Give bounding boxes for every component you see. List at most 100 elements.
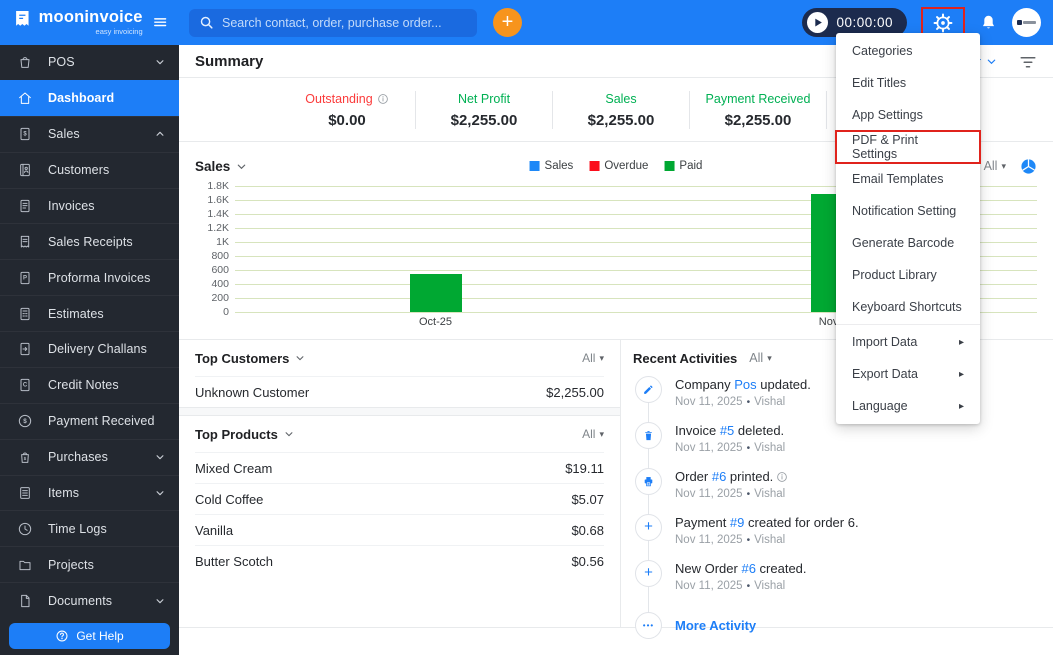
customer-row[interactable]: Unknown Customer $2,255.00 <box>195 376 604 407</box>
sidebar-item-payment-received[interactable]: $ Payment Received <box>0 402 179 439</box>
sidebar-item-sales-receipts[interactable]: Sales Receipts <box>0 223 179 259</box>
sidebar-item-sales[interactable]: $ Sales <box>0 115 179 152</box>
notifications-bell-icon[interactable] <box>979 12 998 33</box>
user-avatar[interactable] <box>1012 8 1041 37</box>
activity-text-prefix: Order <box>675 469 712 484</box>
play-icon[interactable] <box>807 12 829 33</box>
sidebar-item-label: Dashboard <box>48 91 115 106</box>
sidebar-item-purchases[interactable]: $ Purchases <box>0 438 179 475</box>
more-activity[interactable]: ••• More Activity <box>635 606 1041 645</box>
activity-body: Invoice #5 deleted. Nov 11, 2025 • Vishal <box>675 422 785 461</box>
menu-item-export-data[interactable]: Export Data ▸ <box>836 358 980 390</box>
pie-chart-toggle-icon[interactable] <box>1020 158 1037 175</box>
info-icon[interactable] <box>776 471 788 483</box>
product-row[interactable]: Cold Coffee $5.07 <box>195 483 604 514</box>
activity-link[interactable]: #6 <box>741 561 755 576</box>
top-customers-title-dropdown[interactable]: Top Customers <box>195 351 305 366</box>
product-row[interactable]: Butter Scotch $0.56 <box>195 545 604 576</box>
ellipsis-glyph: ••• <box>642 621 655 630</box>
chevron-down-icon <box>285 432 293 437</box>
date-separator: • <box>746 581 751 592</box>
top-products-filter-dropdown[interactable]: All ▾ <box>582 427 604 441</box>
info-icon[interactable] <box>377 93 389 105</box>
plus-icon: + <box>635 514 662 541</box>
sidebar-item-projects[interactable]: Projects <box>0 546 179 582</box>
sidebar-item-proforma-invoices[interactable]: P Proforma Invoices <box>0 259 179 295</box>
search-input[interactable] <box>222 15 467 30</box>
menu-item-keyboard-shortcuts[interactable]: Keyboard Shortcuts <box>836 291 980 323</box>
activity-text-suffix: created for order 6. <box>744 515 859 530</box>
menu-item-generate-barcode[interactable]: Generate Barcode <box>836 227 980 259</box>
sidebar-item-dashboard[interactable]: Dashboard <box>0 79 179 116</box>
top-customers-filter-label: All <box>582 351 596 365</box>
menu-item-edit-titles[interactable]: Edit Titles <box>836 67 980 99</box>
hamburger-menu-icon[interactable] <box>153 15 167 31</box>
app-logo[interactable]: mooninvoice easy invoicing <box>0 0 179 45</box>
menu-item-import-data[interactable]: Import Data ▸ <box>836 326 980 358</box>
more-activity-label[interactable]: More Activity <box>675 618 756 633</box>
activity-body: Payment #9 created for order 6. Nov 11, 2… <box>675 514 859 553</box>
menu-divider <box>836 324 980 325</box>
activity-user: Vishal <box>754 534 786 546</box>
activity-link[interactable]: #5 <box>720 423 734 438</box>
sidebar-item-estimates[interactable]: Estimates <box>0 295 179 331</box>
items-icon <box>17 485 33 501</box>
menu-item-categories[interactable]: Categories <box>836 35 980 67</box>
chart-title-dropdown[interactable]: Sales <box>195 159 247 174</box>
sidebar-item-invoices[interactable]: Invoices <box>0 187 179 224</box>
plus-glyph: + <box>644 564 653 581</box>
product-value: $0.68 <box>571 522 604 538</box>
top-customers-filter-dropdown[interactable]: All ▾ <box>582 351 604 365</box>
chevron-down-icon <box>987 59 996 64</box>
customer-value: $2,255.00 <box>546 384 604 400</box>
get-help-button[interactable]: Get Help <box>9 623 170 649</box>
menu-item-notification-setting[interactable]: Notification Setting <box>836 195 980 227</box>
global-search[interactable] <box>189 8 477 37</box>
activity-date: Nov 11, 2025 • Vishal <box>675 534 859 546</box>
menu-item-email-templates[interactable]: Email Templates <box>836 163 980 195</box>
menu-item-language[interactable]: Language ▸ <box>836 390 980 422</box>
sidebar-item-documents[interactable]: Documents <box>0 582 179 618</box>
product-row[interactable]: Mixed Cream $19.11 <box>195 452 604 483</box>
product-row[interactable]: Vanilla $0.68 <box>195 514 604 545</box>
submenu-arrow-icon: ▸ <box>958 368 964 380</box>
activity-link[interactable]: #9 <box>730 515 744 530</box>
sidebar-item-credit-notes[interactable]: C Credit Notes <box>0 366 179 403</box>
legend-label: Paid <box>679 160 703 172</box>
sidebar-item-label: POS <box>48 55 75 70</box>
activity-link[interactable]: #6 <box>712 469 726 484</box>
top-products-title-dropdown[interactable]: Top Products <box>195 427 294 442</box>
sidebar-item-delivery-challans[interactable]: Delivery Challans <box>0 331 179 367</box>
product-name: Vanilla <box>195 522 234 538</box>
search-icon <box>200 16 213 29</box>
chart-filter-dropdown[interactable]: All ▾ <box>984 159 1006 173</box>
svg-text:P: P <box>23 275 27 281</box>
product-name: Butter Scotch <box>195 553 274 569</box>
quick-add-button[interactable]: + <box>493 8 522 37</box>
sidebar-item-time-logs[interactable]: Time Logs <box>0 510 179 546</box>
plus-glyph: + <box>644 518 653 535</box>
activity-text-suffix: updated. <box>756 377 811 392</box>
activity-item: Order #6 printed. Nov 11, 2025 • Vishal <box>635 468 1041 507</box>
recent-activities-filter-dropdown[interactable]: All ▾ <box>749 351 771 365</box>
activity-date: Nov 11, 2025 • Vishal <box>675 442 785 454</box>
sidebar-item-label: Sales <box>48 127 80 142</box>
menu-item-product-library[interactable]: Product Library <box>836 259 980 291</box>
activity-item: + Payment #9 created for order 6. Nov 11, … <box>635 514 1041 553</box>
y-axis-tick: 200 <box>211 292 229 304</box>
sidebar-item-customers[interactable]: Customers <box>0 151 179 188</box>
logo-tagline: easy invoicing <box>95 27 143 36</box>
gear-icon[interactable] <box>932 12 954 34</box>
menu-item-pdf-print-settings[interactable]: PDF & Print Settings <box>835 130 981 164</box>
menu-item-app-settings[interactable]: App Settings <box>836 99 980 131</box>
mooninvoice-logo-icon <box>13 9 32 37</box>
activity-link[interactable]: Pos <box>734 377 756 392</box>
filter-icon[interactable] <box>1019 54 1037 68</box>
sidebar-item-label: Purchases <box>48 450 108 465</box>
estimate-icon <box>17 306 33 322</box>
bar-oct-25-paid[interactable] <box>409 273 462 312</box>
sidebar-item-label: Delivery Challans <box>48 342 147 357</box>
stat-divider <box>826 90 827 129</box>
sidebar-item-pos[interactable]: POS <box>0 45 179 80</box>
sidebar-item-items[interactable]: Items <box>0 474 179 511</box>
